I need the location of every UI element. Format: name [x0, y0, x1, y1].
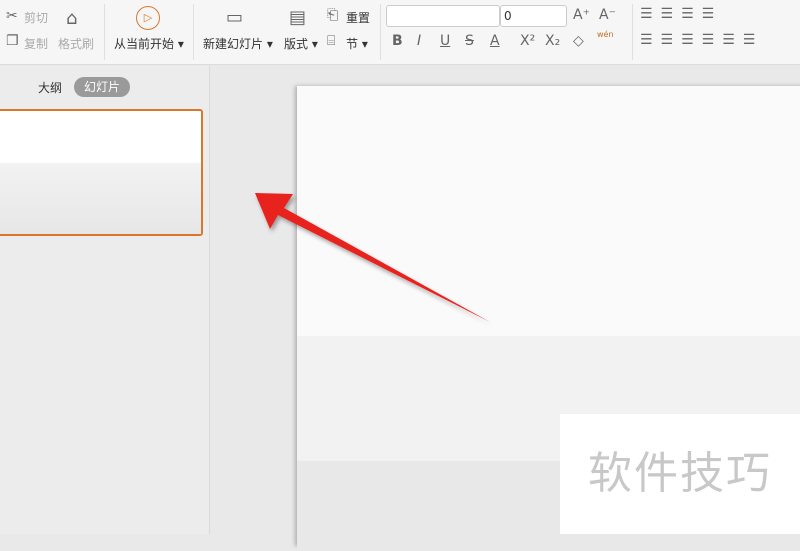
red-arrow — [255, 193, 490, 322]
